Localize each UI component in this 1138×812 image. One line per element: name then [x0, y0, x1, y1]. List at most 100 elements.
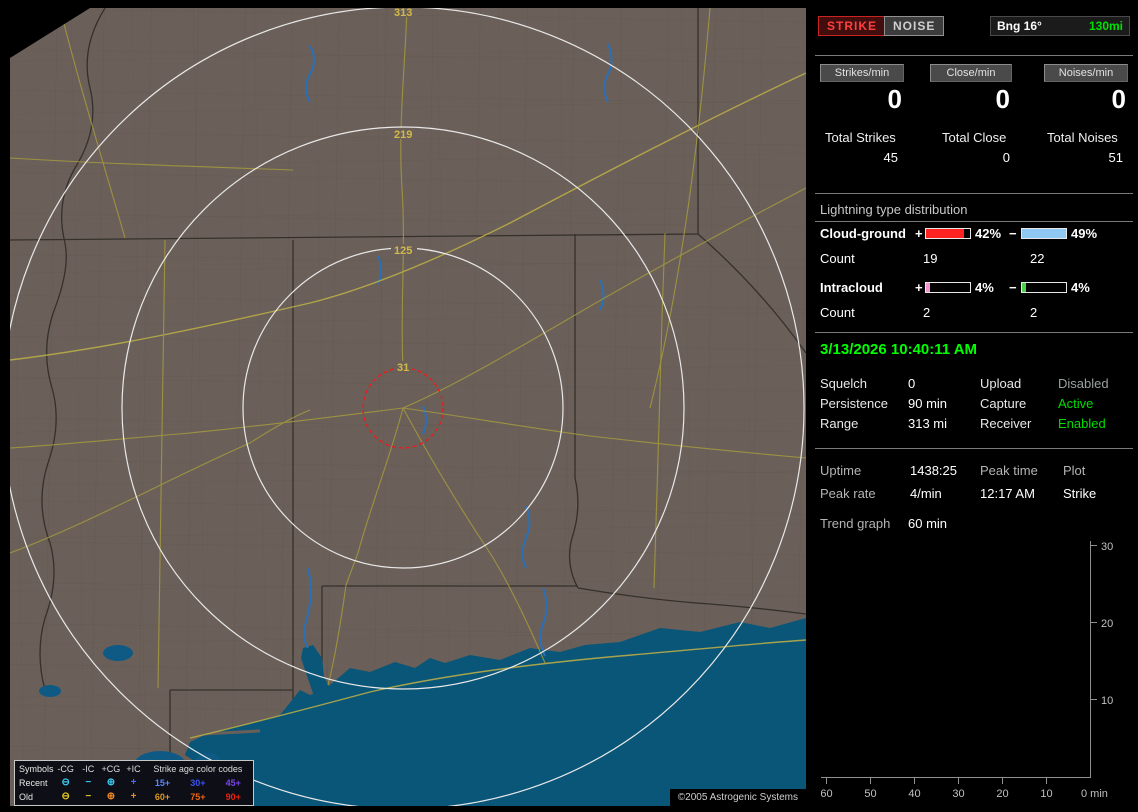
upload-status: Disabled: [1058, 376, 1109, 391]
peak-time-value: 12:17 AM: [980, 486, 1035, 501]
intracloud-negative-bar: [1021, 282, 1067, 293]
receiver-status: Enabled: [1058, 416, 1106, 431]
intracloud-negative-count: 2: [1030, 305, 1038, 320]
neg-ic-recent-icon: −: [85, 777, 92, 788]
count-label: Count: [820, 251, 855, 266]
x-tick-50: 50: [864, 788, 876, 800]
range-value: 130mi: [1088, 19, 1123, 33]
ring-label-313: 313: [394, 8, 412, 19]
total-close-label: Total Close: [942, 130, 1007, 145]
age-code-30: 30+: [190, 778, 206, 788]
capture-label: Capture: [980, 396, 1027, 411]
y-tick-10: 10: [1101, 695, 1113, 707]
close-per-min-value: 0: [995, 84, 1010, 114]
status-panel: STRIKE NOISE Bng 16° 130mi Strikes/min C…: [815, 8, 1133, 806]
range-setting-value: 313 mi: [908, 416, 948, 431]
plus-sign: +: [915, 226, 923, 241]
capture-status: Active: [1058, 396, 1094, 411]
bar-fill: [1022, 283, 1026, 292]
legend-old-label: Old: [19, 792, 34, 802]
total-noises-value: 51: [1108, 150, 1123, 165]
divider: [815, 221, 1133, 222]
receiver-label: Receiver: [980, 416, 1032, 431]
bearing-range-readout: Bng 16° 130mi: [990, 16, 1130, 36]
age-code-45: 45+: [225, 778, 241, 788]
ring-label-31: 31: [397, 362, 409, 374]
neg-cg-recent-icon: ⊖: [61, 777, 70, 788]
legend-recent-row: Recent ⊖ − ⊕ + 15+ 30+ 45+: [17, 776, 251, 790]
divider: [815, 448, 1133, 449]
neg-ic-old-icon: −: [85, 791, 92, 802]
x-tick-40: 40: [908, 788, 920, 800]
legend-type-pos-ic: +IC: [126, 764, 141, 774]
legend-age-header: Strike age color codes: [153, 764, 243, 774]
distribution-title: Lightning type distribution: [820, 202, 968, 217]
legend-type-pos-cg: +CG: [101, 764, 121, 774]
intracloud-positive-count: 2: [923, 305, 931, 320]
cloud-ground-negative-bar: [1021, 228, 1067, 239]
map-legend: Symbols -CG -IC +CG +IC Strike age color…: [14, 760, 254, 806]
persistence-value: 90 min: [908, 396, 948, 411]
total-strikes-value: 45: [883, 150, 898, 165]
cloud-ground-positive-bar: [925, 228, 971, 239]
cloud-ground-positive-pct: 42%: [975, 226, 1002, 241]
legend-type-neg-cg: -CG: [57, 764, 74, 774]
age-code-75: 75+: [190, 792, 206, 802]
noises-per-min-button[interactable]: Noises/min: [1044, 64, 1128, 82]
cloud-ground-label: Cloud-ground: [820, 226, 906, 241]
intracloud-positive-bar: [925, 282, 971, 293]
cloud-ground-negative-pct: 49%: [1071, 226, 1098, 241]
close-per-min-button[interactable]: Close/min: [930, 64, 1012, 82]
squelch-label: Squelch: [820, 376, 867, 391]
ring-label-219: 219: [394, 129, 412, 141]
cloud-ground-negative-count: 22: [1030, 251, 1045, 266]
strike-toggle-button[interactable]: STRIKE: [818, 16, 887, 36]
total-close-value: 0: [1002, 150, 1010, 165]
age-code-60: 60+: [154, 792, 171, 802]
trend-axis-labels: 30 20 10 60 50 40 30 20 10 0 min: [820, 541, 1113, 800]
trend-axes: [821, 541, 1097, 784]
peak-rate-value: 4/min: [910, 486, 942, 501]
total-strikes-label: Total Strikes: [825, 130, 896, 145]
divider: [815, 55, 1133, 56]
intracloud-positive-pct: 4%: [975, 280, 994, 295]
noise-toggle-button[interactable]: NOISE: [884, 16, 945, 36]
divider: [815, 332, 1133, 333]
range-label: Range: [820, 416, 859, 431]
y-tick-20: 20: [1101, 618, 1113, 630]
uptime-value: 1438:25: [910, 463, 957, 478]
total-noises-label: Total Noises: [1047, 130, 1118, 145]
intracloud-label: Intracloud: [820, 280, 883, 295]
minus-sign: −: [1009, 226, 1017, 241]
neg-cg-old-icon: ⊖: [61, 791, 70, 802]
legend-type-neg-ic: -IC: [82, 764, 95, 774]
strikes-per-min-value: 0: [887, 84, 902, 114]
legend-header-row: Symbols -CG -IC +CG +IC Strike age color…: [17, 762, 251, 776]
cloud-ground-positive-count: 19: [923, 251, 938, 266]
ring-label-125: 125: [394, 245, 412, 257]
x-tick-20: 20: [996, 788, 1008, 800]
lightning-map[interactable]: 313 219 125 31 Symbols -CG -IC +CG +IC S…: [10, 8, 806, 806]
legend-old-row: Old ⊖ − ⊕ + 60+ 75+ 90+: [17, 790, 251, 804]
minus-sign: −: [1009, 280, 1017, 295]
persistence-label: Persistence: [820, 396, 888, 411]
divider: [815, 193, 1133, 194]
pos-cg-old-icon: ⊕: [106, 791, 116, 802]
pos-cg-recent-icon: ⊕: [106, 777, 116, 788]
age-code-90: 90+: [225, 792, 241, 802]
origin-label: 0 min: [1081, 788, 1108, 800]
strikes-per-min-button[interactable]: Strikes/min: [820, 64, 904, 82]
peak-time-label: Peak time: [980, 463, 1038, 478]
upload-label: Upload: [980, 376, 1022, 391]
trend-graph-window: 60 min: [908, 516, 948, 531]
bar-fill: [926, 283, 930, 292]
peak-rate-label: Peak rate: [820, 486, 876, 501]
y-tick-30: 30: [1101, 541, 1113, 553]
legend-recent-label: Recent: [19, 778, 48, 788]
squelch-value: 0: [908, 376, 916, 391]
datetime-display: 3/13/2026 10:40:11 AM: [820, 341, 978, 358]
pos-ic-old-icon: +: [130, 791, 137, 802]
map-graphics: 313 219 125 31: [10, 8, 806, 806]
age-code-15: 15+: [154, 778, 171, 788]
plus-sign: +: [915, 280, 923, 295]
